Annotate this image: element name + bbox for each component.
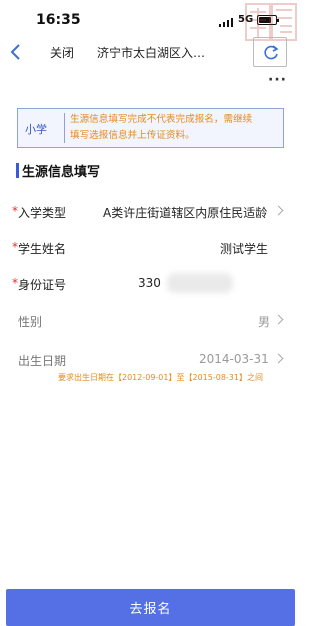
- submit-button[interactable]: 去报名: [6, 589, 295, 626]
- refresh-button[interactable]: [253, 37, 287, 67]
- notice-text-line: 填写选报信息并上传证资料。: [70, 130, 195, 141]
- chevron-left-icon[interactable]: [8, 42, 24, 62]
- signal-icon: [219, 17, 233, 27]
- more-menu-button[interactable]: ···: [268, 72, 287, 88]
- page-title: 济宁市太白湖区入…: [97, 46, 206, 60]
- field-label: 性别: [18, 315, 43, 329]
- field-label: 入学类型: [18, 206, 67, 220]
- section-title: 生源信息填写: [22, 165, 101, 180]
- field-label: 出生日期: [18, 354, 67, 368]
- field-label: 学生姓名: [18, 242, 67, 256]
- chevron-right-icon: [273, 205, 284, 216]
- form-row-admission-type[interactable]: * 入学类型 A类许庄街道辖区内原住民适龄: [0, 193, 301, 229]
- gender-select[interactable]: 男: [258, 313, 270, 330]
- nav-bar: 关闭 济宁市太白湖区入…: [0, 36, 301, 68]
- form-row-id-number[interactable]: * 身份证号 330: [0, 265, 301, 301]
- field-label: 身份证号: [18, 278, 67, 292]
- notice-tag: 小学: [25, 123, 47, 136]
- chevron-right-icon: [273, 353, 284, 364]
- birth-date-hint: 要求出生日期在【2012-09-01】至【2015-08-31】之间: [58, 373, 263, 382]
- birth-date-picker[interactable]: 2014-03-31: [199, 352, 269, 366]
- notice-banner: 小学 生源信息填写完成不代表完成报名，需继续 填写选报信息并上传证资料。: [17, 108, 284, 148]
- status-time: 16:35: [36, 12, 81, 28]
- status-bar: 16:35 5G: [0, 0, 301, 41]
- chevron-right-icon: [273, 314, 284, 325]
- student-name-input[interactable]: 测试学生: [220, 240, 268, 257]
- form-row-student-name[interactable]: * 学生姓名 测试学生: [0, 229, 301, 265]
- refresh-icon: [264, 45, 279, 60]
- admission-type-select[interactable]: A类许庄街道辖区内原住民适龄: [103, 204, 269, 221]
- notice-divider: [64, 113, 65, 143]
- section-marker: [16, 163, 19, 178]
- notice-text-line: 生源信息填写完成不代表完成报名，需继续: [70, 114, 253, 125]
- close-button[interactable]: 关闭: [50, 44, 74, 61]
- id-number-input[interactable]: 330: [138, 276, 161, 290]
- form-row-gender[interactable]: 性别 男: [0, 302, 301, 338]
- notice-text: 生源信息填写完成不代表完成报名，需继续 填写选报信息并上传证资料。: [70, 112, 282, 144]
- privacy-blur: [167, 273, 233, 293]
